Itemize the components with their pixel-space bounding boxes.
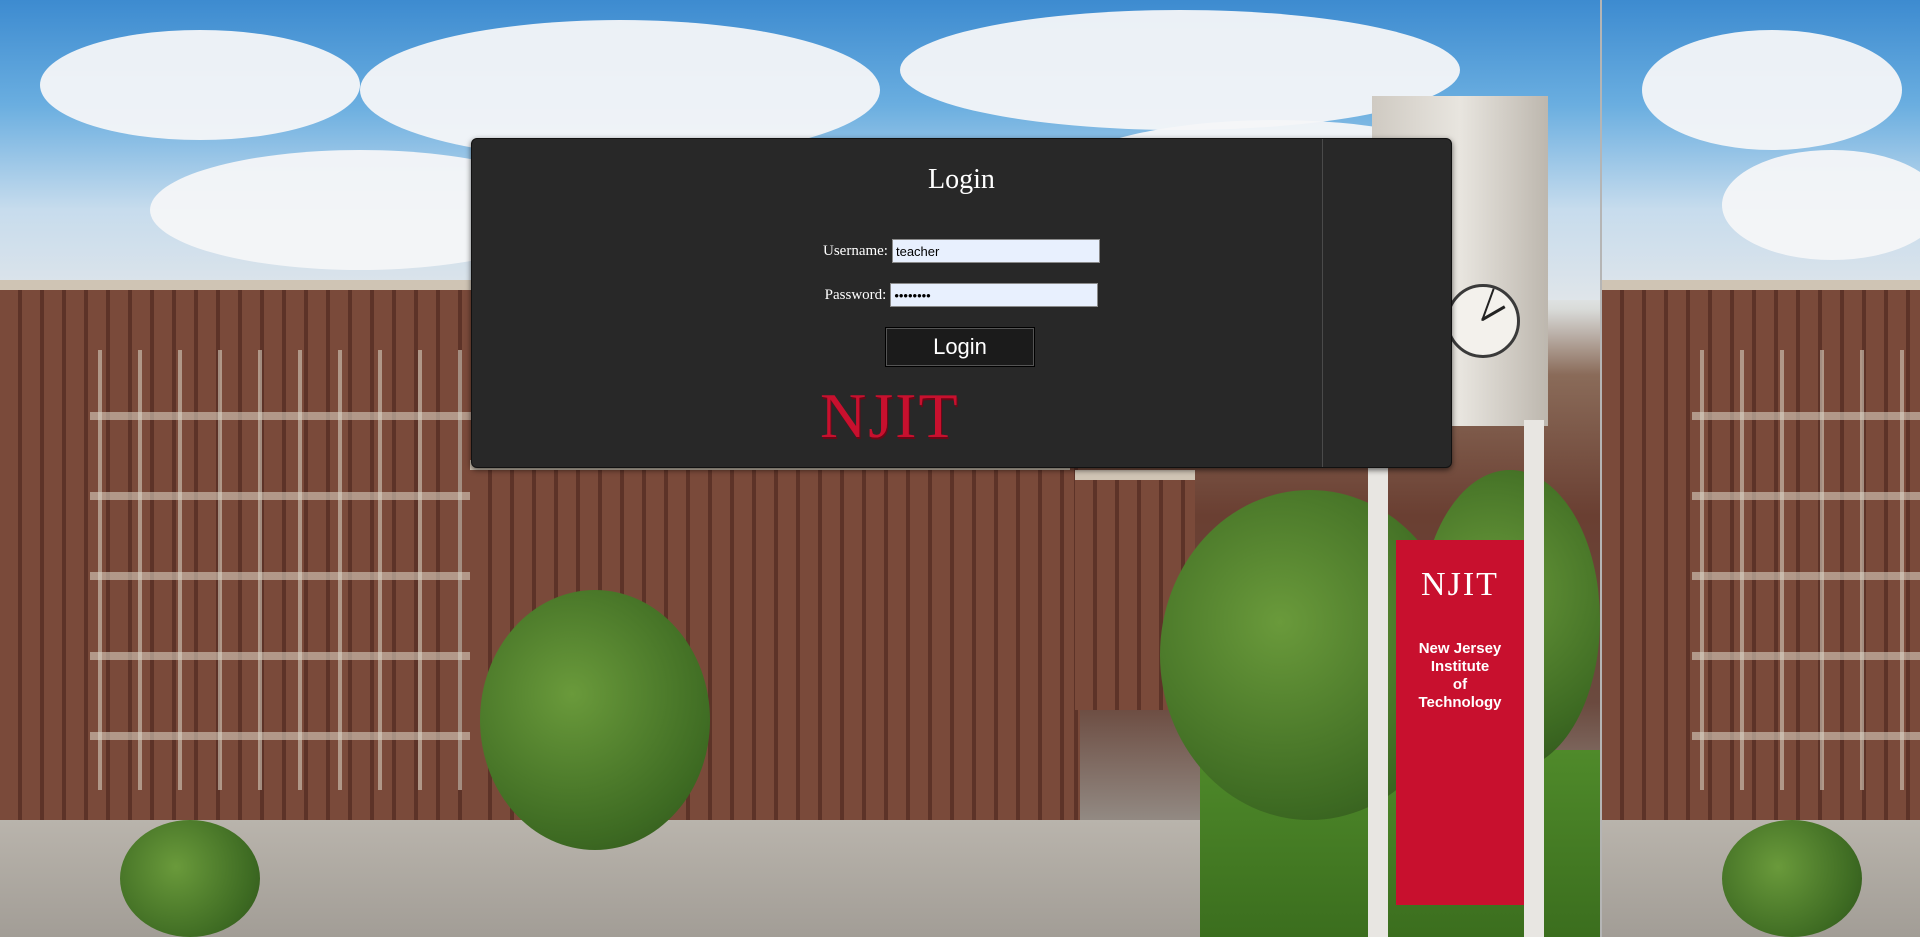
- campus-photo-repeat: [1600, 0, 1920, 937]
- njit-logo: NJIT: [820, 380, 960, 451]
- building-windows: [1692, 350, 1920, 790]
- username-label: Username:: [823, 242, 888, 259]
- password-label: Password:: [824, 286, 887, 303]
- password-input[interactable]: [890, 283, 1099, 307]
- clock: [1446, 284, 1520, 358]
- login-button[interactable]: Login: [885, 327, 1035, 367]
- tree: [120, 820, 260, 937]
- cloud: [1642, 30, 1902, 150]
- banner-text: New Jersey Institute of Technology: [1418, 640, 1502, 711]
- njit-banner: NJIT New Jersey Institute of Technology: [1396, 540, 1524, 905]
- tree: [480, 590, 710, 850]
- banner-pole: [1368, 440, 1388, 937]
- banner-pole: [1524, 420, 1544, 937]
- tree: [1722, 820, 1862, 937]
- login-panel: Login Username: Password: Login NJIT: [471, 138, 1452, 468]
- banner-logo: NJIT: [1421, 566, 1499, 603]
- password-row: Password:: [472, 283, 1451, 307]
- username-input[interactable]: [891, 239, 1100, 263]
- cloud: [40, 30, 360, 140]
- username-row: Username:: [472, 239, 1451, 263]
- login-title: Login: [928, 164, 995, 195]
